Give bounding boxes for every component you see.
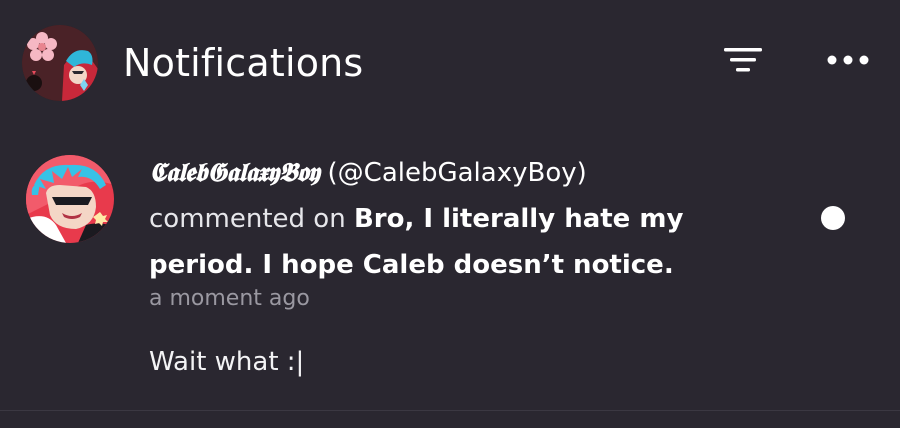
author-display-name[interactable]: 𝕮𝖆𝖑𝖊𝖇𝕲𝖆𝖑𝖆𝖝𝖞𝕭𝖔𝖞 bbox=[149, 158, 320, 188]
profile-avatar-icon[interactable] bbox=[22, 25, 98, 101]
action-verb: commented on bbox=[149, 204, 346, 234]
user-avatar-icon[interactable] bbox=[26, 155, 114, 243]
action-line: commented on Bro, I literally hate my bbox=[149, 196, 789, 242]
author-line: 𝕮𝖆𝖑𝖊𝖇𝕲𝖆𝖑𝖆𝖝𝖞𝕭𝖔𝖞 (@CalebGalaxyBoy) bbox=[149, 150, 789, 196]
post-title-line: period. I hope Caleb doesn’t notice. bbox=[149, 242, 789, 288]
notification-item[interactable]: 𝕮𝖆𝖑𝖊𝖇𝕲𝖆𝖑𝖆𝖝𝖞𝕭𝖔𝖞 (@CalebGalaxyBoy) comment… bbox=[0, 140, 900, 410]
app-header: Notifications bbox=[0, 0, 900, 126]
page-title: Notifications bbox=[123, 41, 364, 85]
author-handle[interactable]: (@CalebGalaxyBoy) bbox=[328, 158, 587, 188]
post-title-line-2[interactable]: period. I hope Caleb doesn’t notice. bbox=[149, 250, 674, 280]
filter-icon[interactable] bbox=[718, 44, 768, 80]
timestamp: a moment ago bbox=[149, 286, 310, 311]
post-title-line-1[interactable]: Bro, I literally hate my bbox=[354, 204, 683, 234]
more-options-icon[interactable] bbox=[820, 44, 876, 76]
divider bbox=[0, 410, 900, 411]
unread-indicator bbox=[821, 206, 845, 230]
notification-body: 𝕮𝖆𝖑𝖊𝖇𝕲𝖆𝖑𝖆𝖝𝖞𝕭𝖔𝖞 (@CalebGalaxyBoy) comment… bbox=[149, 150, 789, 382]
comment-text: Wait what :| bbox=[149, 347, 305, 377]
